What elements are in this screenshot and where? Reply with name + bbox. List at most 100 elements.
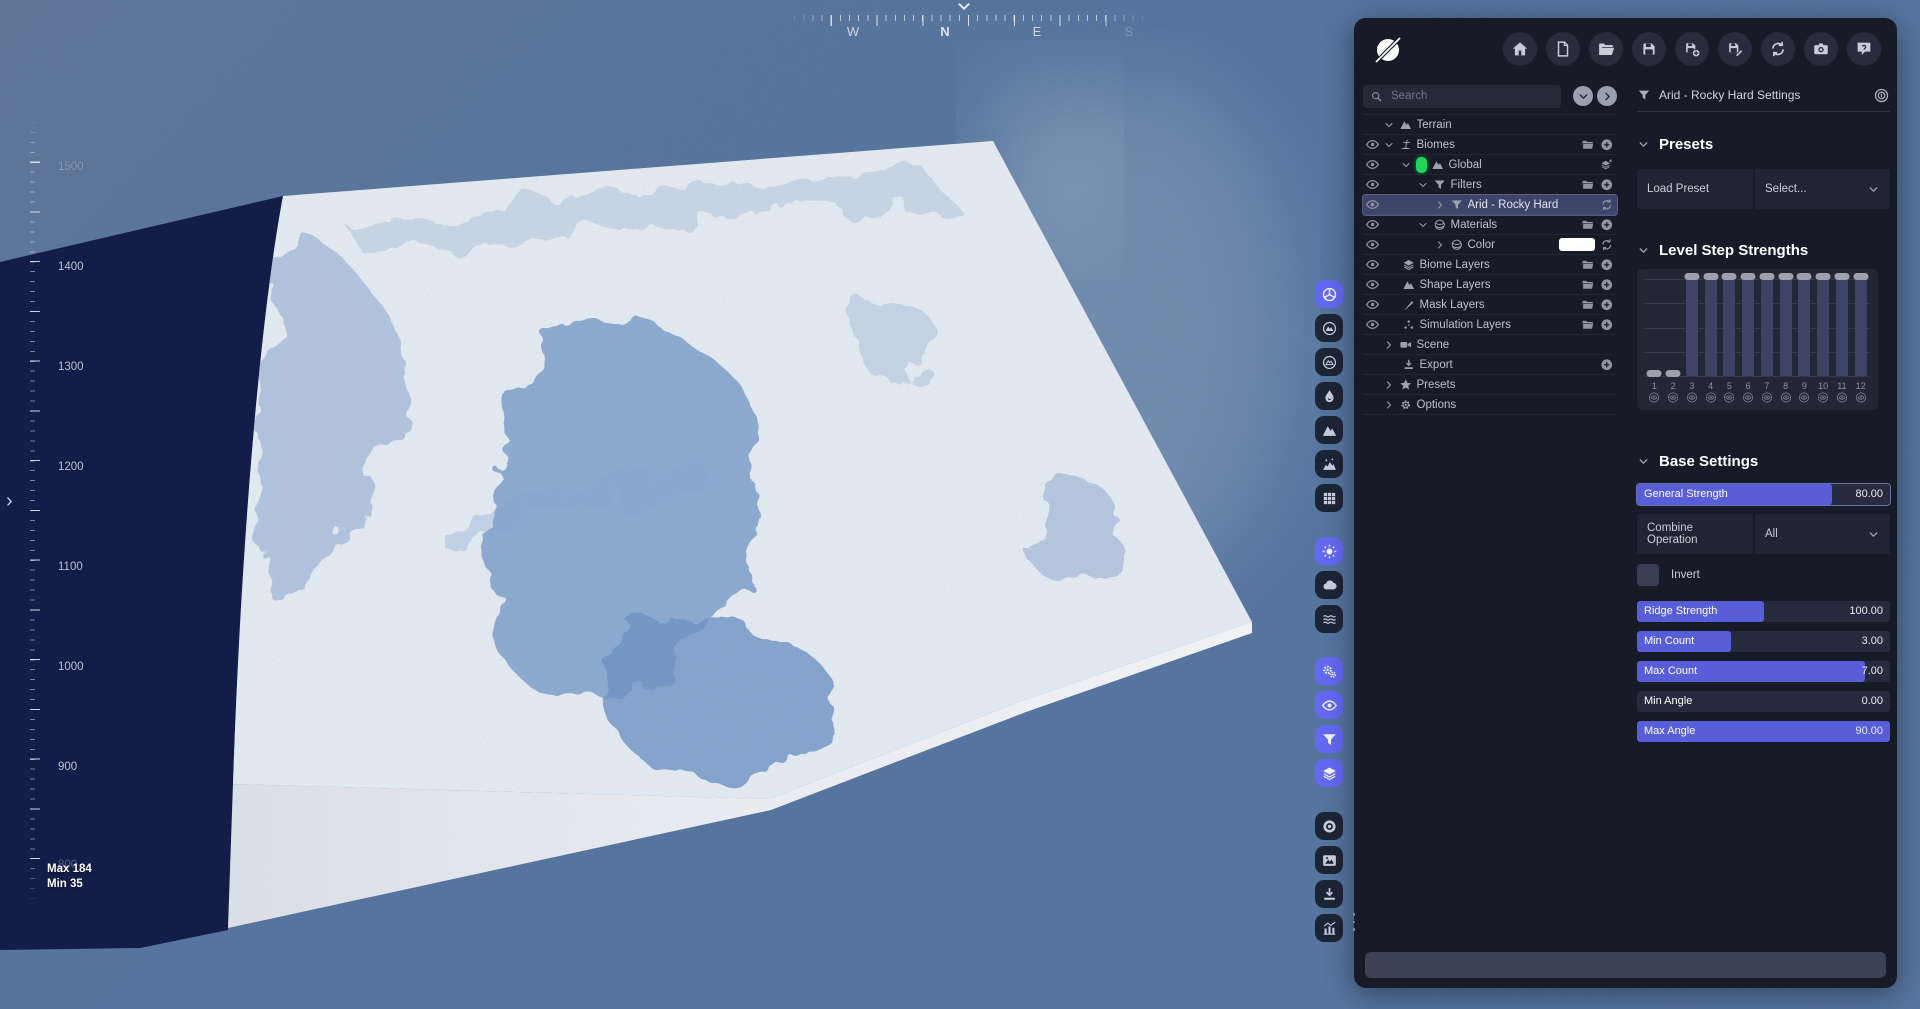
visibility-toggle[interactable] bbox=[1315, 691, 1343, 719]
mountain-view[interactable] bbox=[1315, 416, 1343, 444]
left-panel-expand-button[interactable]: › bbox=[6, 490, 13, 513]
chevD-icon[interactable] bbox=[1417, 179, 1429, 191]
tree-row-filters[interactable]: Filters bbox=[1363, 175, 1617, 195]
chevR-icon[interactable] bbox=[1383, 339, 1395, 351]
search-input[interactable] bbox=[1389, 89, 1554, 103]
fog-toggle[interactable] bbox=[1315, 605, 1343, 633]
settings-pin-button[interactable] bbox=[1873, 87, 1890, 104]
level-step-eye-icon[interactable] bbox=[1855, 392, 1866, 403]
chevD-icon[interactable] bbox=[1400, 159, 1412, 171]
chevR-icon[interactable] bbox=[1383, 379, 1395, 391]
level-step-eye-icon[interactable] bbox=[1836, 392, 1847, 403]
app-logo-icon[interactable] bbox=[1372, 32, 1406, 66]
folder-button-icon[interactable] bbox=[1581, 178, 1595, 192]
combine-operation-dropdown[interactable]: All bbox=[1755, 514, 1890, 554]
level-step-eye-icon[interactable] bbox=[1743, 392, 1754, 403]
eye-icon[interactable] bbox=[1365, 197, 1380, 212]
chevD-icon[interactable] bbox=[1383, 139, 1395, 151]
chevR-icon[interactable] bbox=[1383, 399, 1395, 411]
level-step-bar[interactable] bbox=[1854, 279, 1867, 376]
tree-row-presets[interactable]: Presets bbox=[1363, 375, 1617, 395]
level-step-handle[interactable] bbox=[1759, 273, 1775, 280]
open-project-button[interactable] bbox=[1589, 32, 1623, 66]
add-button-icon[interactable] bbox=[1600, 178, 1614, 192]
filters-toggle[interactable] bbox=[1315, 725, 1343, 753]
save-button[interactable] bbox=[1632, 32, 1666, 66]
folder-button-icon[interactable] bbox=[1581, 218, 1595, 232]
tree-row-materials[interactable]: Materials bbox=[1363, 215, 1617, 235]
compass-ruler[interactable]: W N E S bbox=[785, 0, 1151, 44]
level-step-bar[interactable] bbox=[1742, 279, 1755, 376]
lighting-toggle[interactable] bbox=[1315, 537, 1343, 565]
refresh-button-icon[interactable] bbox=[1600, 198, 1614, 212]
eye-icon[interactable] bbox=[1365, 217, 1380, 232]
add-button-icon[interactable] bbox=[1600, 318, 1614, 332]
level-step-handle[interactable] bbox=[1646, 370, 1662, 377]
chevR-icon[interactable] bbox=[1434, 199, 1446, 211]
level-step-handle[interactable] bbox=[1778, 273, 1794, 280]
folder-button-icon[interactable] bbox=[1581, 258, 1595, 272]
tree-row-biome-layers[interactable]: Biome Layers bbox=[1363, 255, 1617, 275]
tree-row-export[interactable]: Export bbox=[1363, 355, 1617, 375]
rocks-view[interactable] bbox=[1315, 450, 1343, 478]
chevR-icon[interactable] bbox=[1434, 239, 1446, 251]
color-swatch-white[interactable] bbox=[1558, 238, 1595, 251]
level-step-eye-icon[interactable] bbox=[1668, 392, 1679, 403]
eye-icon[interactable] bbox=[1365, 177, 1380, 192]
sync-button[interactable] bbox=[1761, 32, 1795, 66]
grid-view[interactable] bbox=[1315, 484, 1343, 512]
tree-expand-all-button[interactable] bbox=[1597, 86, 1617, 106]
eye-icon[interactable] bbox=[1365, 277, 1380, 292]
eye-icon[interactable] bbox=[1365, 297, 1380, 312]
folder-button-icon[interactable] bbox=[1581, 318, 1595, 332]
record-button[interactable] bbox=[1315, 812, 1343, 840]
tree-row-terrain[interactable]: Terrain bbox=[1363, 115, 1617, 135]
level-step-bar[interactable] bbox=[1704, 279, 1717, 376]
presets-section-header[interactable]: Presets bbox=[1637, 136, 1890, 153]
level-step-handle[interactable] bbox=[1853, 273, 1869, 280]
chevD-icon[interactable] bbox=[1417, 219, 1429, 231]
add-button-icon[interactable] bbox=[1600, 258, 1614, 272]
min-count-slider[interactable]: Min Count 3.00 bbox=[1637, 631, 1890, 652]
globe-mountain-view[interactable] bbox=[1315, 314, 1343, 342]
ridge-strength-slider[interactable]: Ridge Strength 100.00 bbox=[1637, 601, 1890, 622]
level-step-bar[interactable] bbox=[1798, 279, 1811, 376]
eye-icon[interactable] bbox=[1365, 257, 1380, 272]
tree-row-color[interactable]: Color bbox=[1363, 235, 1617, 255]
tree-row-arid-rocky-hard[interactable]: Arid - Rocky Hard bbox=[1362, 194, 1618, 216]
save-rename-button[interactable] bbox=[1718, 32, 1752, 66]
search-box[interactable] bbox=[1363, 84, 1561, 108]
level-step-bar[interactable] bbox=[1779, 279, 1792, 376]
level-step-eye-icon[interactable] bbox=[1705, 392, 1716, 403]
home-button[interactable] bbox=[1503, 32, 1537, 66]
eye-icon[interactable] bbox=[1365, 157, 1380, 172]
image-export-button[interactable] bbox=[1315, 846, 1343, 874]
generators-toggle[interactable] bbox=[1315, 657, 1343, 685]
max-count-slider[interactable]: Max Count 7.00 bbox=[1637, 661, 1890, 682]
download-button[interactable] bbox=[1315, 880, 1343, 908]
load-preset-dropdown[interactable]: Select... bbox=[1755, 169, 1890, 209]
level-step-bar[interactable] bbox=[1835, 279, 1848, 376]
max-angle-slider[interactable]: Max Angle 90.00 bbox=[1637, 721, 1890, 742]
chevD-icon[interactable] bbox=[1383, 119, 1395, 131]
level-step-eye-icon[interactable] bbox=[1686, 392, 1697, 403]
layers-plus-button-icon[interactable] bbox=[1600, 158, 1614, 172]
stats-button[interactable] bbox=[1315, 914, 1343, 942]
tree-row-mask-layers[interactable]: Mask Layers bbox=[1363, 295, 1617, 315]
save-as-button[interactable] bbox=[1675, 32, 1709, 66]
general-strength-slider[interactable]: General Strength 80.00 bbox=[1636, 483, 1891, 506]
folder-button-icon[interactable] bbox=[1581, 138, 1595, 152]
eye-icon[interactable] bbox=[1365, 137, 1380, 152]
level-step-handle[interactable] bbox=[1721, 273, 1737, 280]
help-button[interactable] bbox=[1847, 32, 1881, 66]
level-step-handle[interactable] bbox=[1684, 273, 1700, 280]
add-button-icon[interactable] bbox=[1600, 358, 1614, 372]
terrain-view[interactable] bbox=[1315, 280, 1343, 308]
level-step-handle[interactable] bbox=[1796, 273, 1812, 280]
level-step-bar[interactable] bbox=[1817, 279, 1830, 376]
level-step-bar[interactable] bbox=[1760, 279, 1773, 376]
level-step-eye-icon[interactable] bbox=[1780, 392, 1791, 403]
new-file-button[interactable] bbox=[1546, 32, 1580, 66]
add-button-icon[interactable] bbox=[1600, 138, 1614, 152]
min-angle-slider[interactable]: Min Angle 0.00 bbox=[1637, 691, 1890, 712]
